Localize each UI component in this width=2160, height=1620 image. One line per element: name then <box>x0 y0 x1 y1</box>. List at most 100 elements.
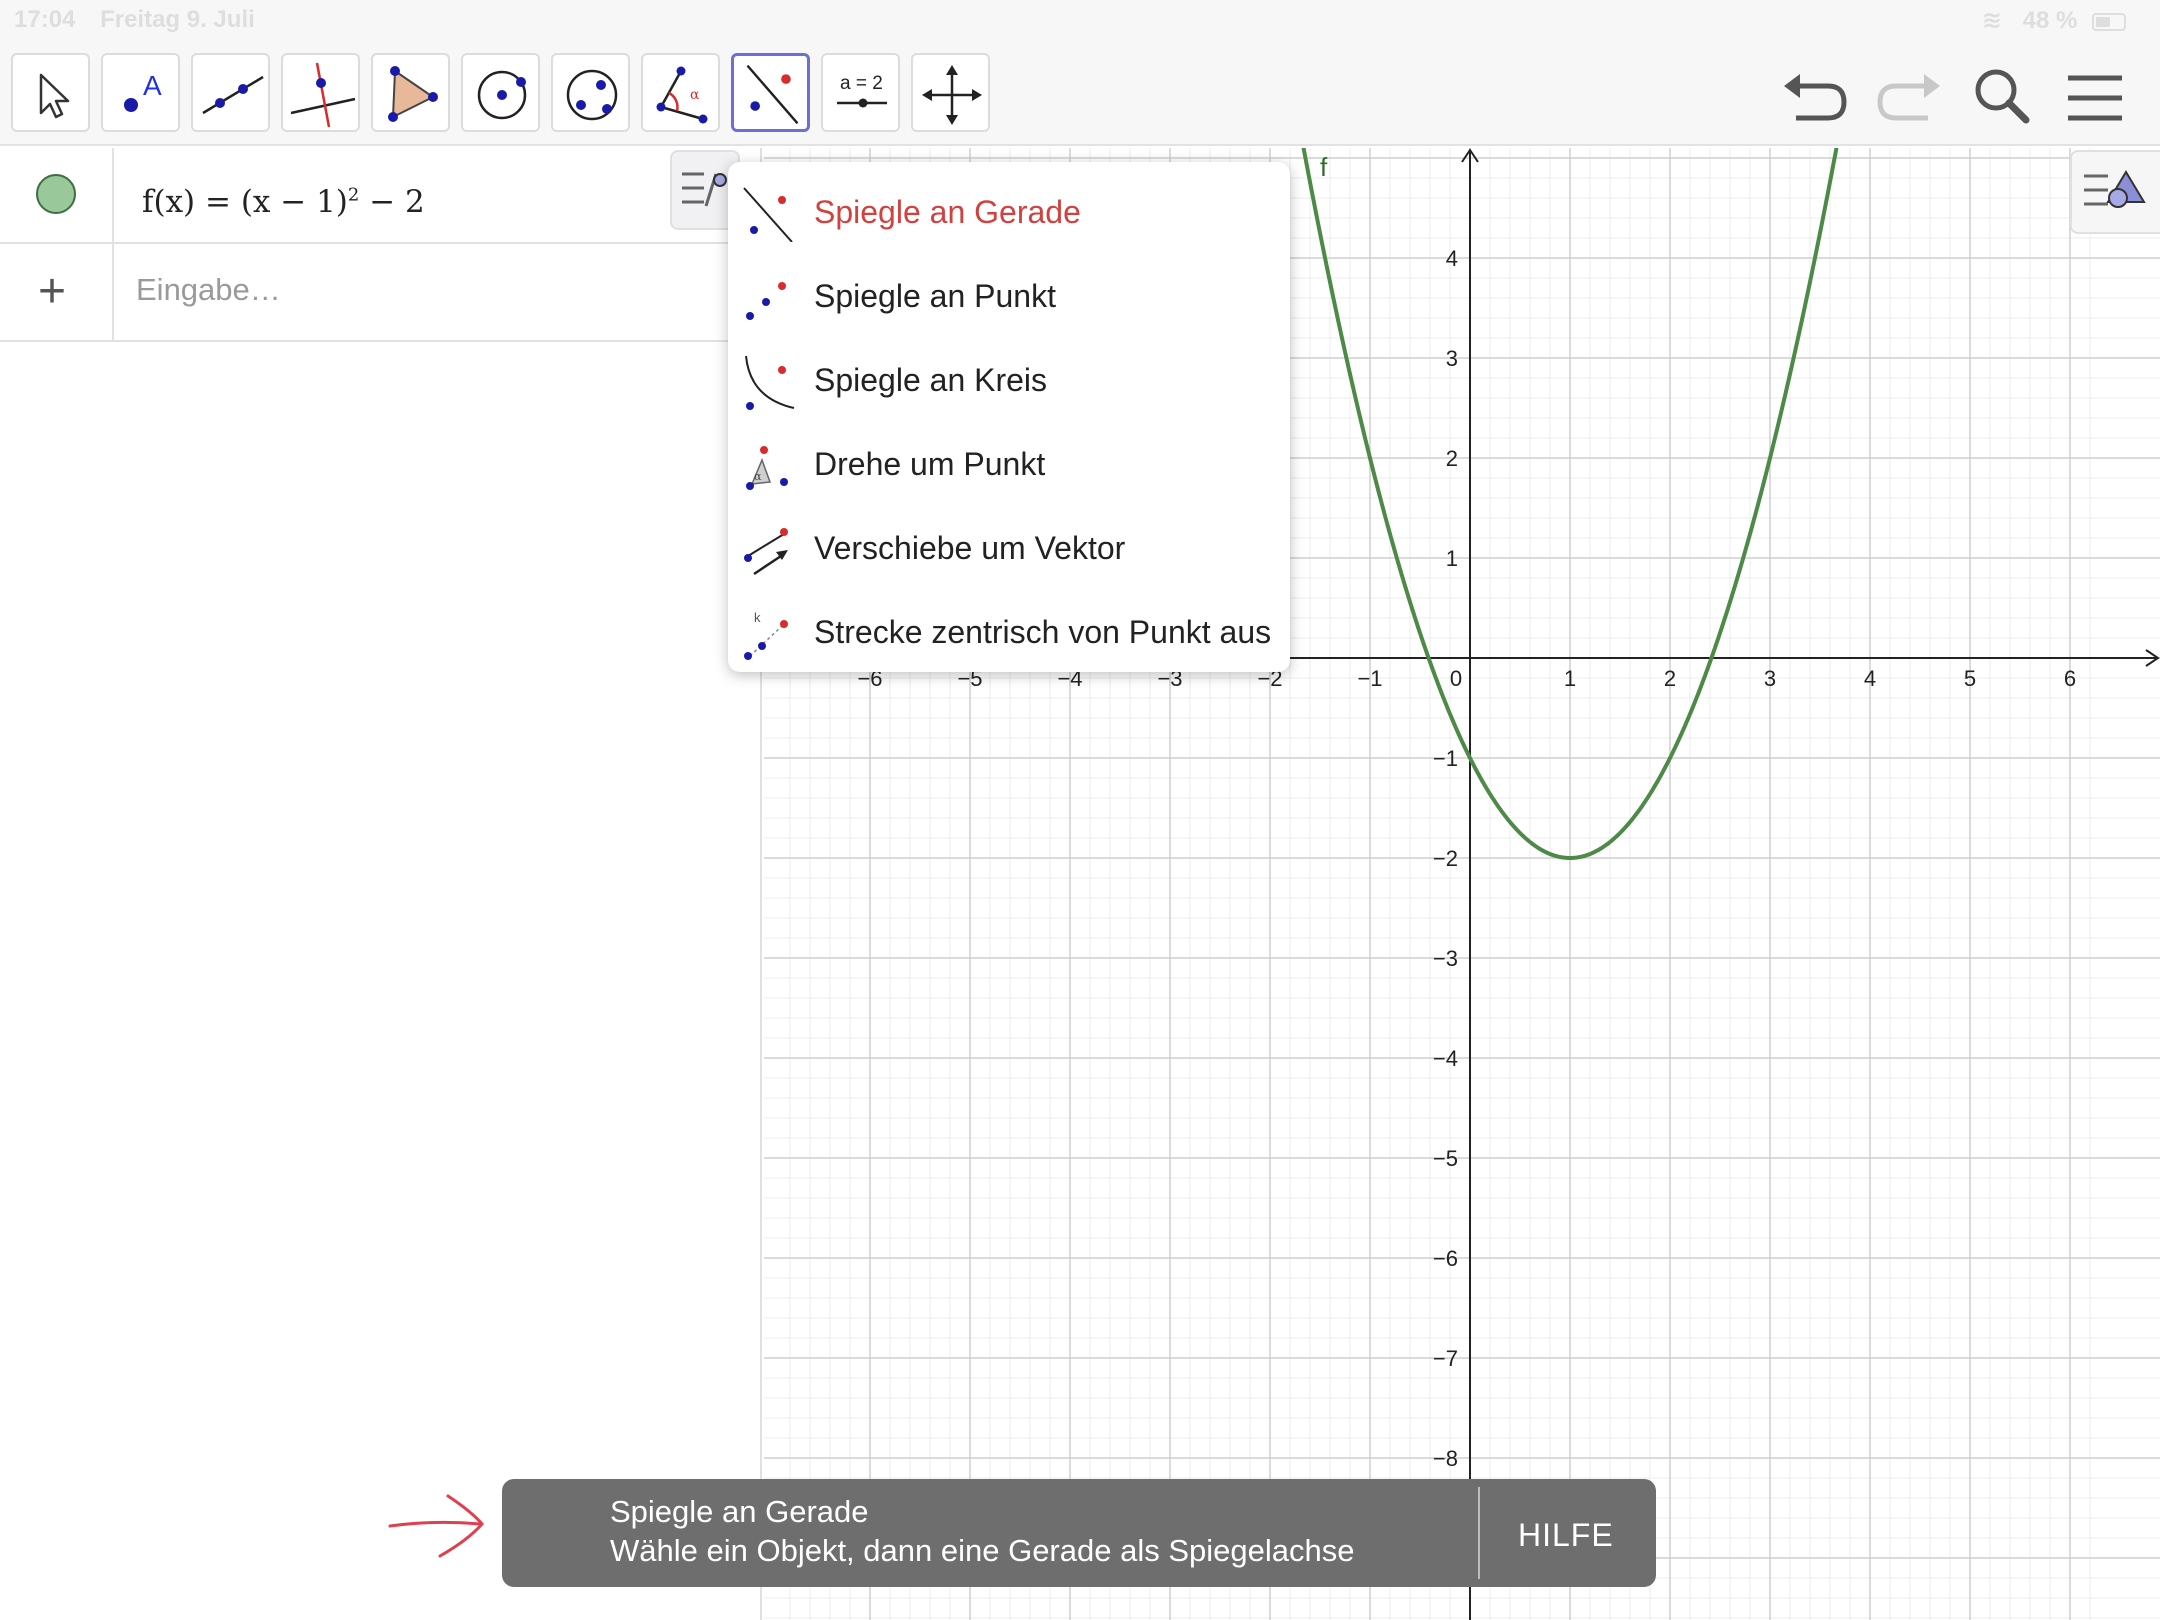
y-tick-label: −5 <box>1433 1146 1458 1171</box>
reflect-line-icon <box>746 64 799 125</box>
redo-button[interactable] <box>1868 60 1948 130</box>
svg-text:α: α <box>690 87 700 103</box>
graphics-settings-icon <box>2084 170 2146 208</box>
menu-item-reflect-circle[interactable]: Spiegle an Kreis <box>728 338 1290 422</box>
polygon-icon <box>388 66 438 122</box>
menu-label: Spiegle an Punkt <box>814 278 1056 314</box>
menu-label: Drehe um Punkt <box>814 446 1046 482</box>
svg-text:A: A <box>143 70 162 101</box>
cursor-arrow-icon <box>39 73 70 119</box>
x-tick-label: 6 <box>2064 666 2076 691</box>
menu-item-dilate-point[interactable]: k Strecke zentrisch von Punkt aus <box>728 590 1290 674</box>
dilate-point-icon: k <box>744 610 788 660</box>
x-tick-label: 4 <box>1864 666 1876 691</box>
menu-icon <box>2068 75 2122 121</box>
undo-icon <box>1784 74 1847 121</box>
y-tick-label: −8 <box>1433 1446 1458 1471</box>
algebra-input[interactable]: Eingabe… <box>136 272 281 308</box>
menu-item-rotate-point[interactable]: α Drehe um Punkt <box>728 422 1290 506</box>
snackbar-title: Spiegle an Gerade <box>610 1494 869 1529</box>
translate-vector-icon <box>744 528 788 576</box>
algebra-divider <box>112 148 114 342</box>
x-tick-label: 5 <box>1964 666 1976 691</box>
add-icon[interactable]: + <box>38 264 66 319</box>
search-button[interactable] <box>1962 60 2042 130</box>
y-tick-label: −7 <box>1433 1346 1458 1371</box>
angle-icon: α <box>656 66 708 124</box>
y-tick-label: −1 <box>1433 746 1458 771</box>
status-battery: ≋ 48 % <box>1982 6 2126 35</box>
polygon-tool-button[interactable] <box>371 53 450 132</box>
circle-three-points-icon <box>566 69 618 121</box>
svg-text:α: α <box>754 470 762 483</box>
svg-text:k: k <box>754 610 761 625</box>
algebra-row-f[interactable]: f(x) = (x − 1)2 − 2 <box>0 148 762 244</box>
x-tick-label: 2 <box>1664 666 1676 691</box>
reflect-circle-icon <box>745 355 795 410</box>
menu-label: Spiegle an Kreis <box>814 362 1048 398</box>
line-tool-button[interactable] <box>191 53 270 132</box>
y-tick-label: 2 <box>1446 446 1458 471</box>
y-tick-label: −2 <box>1433 846 1458 871</box>
y-tick-label: −3 <box>1433 946 1458 971</box>
y-tick-label: −4 <box>1433 1046 1458 1071</box>
annotation-arrow-icon <box>388 1494 484 1558</box>
y-tick-label: 1 <box>1446 546 1458 571</box>
menu-item-translate-vector[interactable]: Verschiebe um Vektor <box>728 506 1290 590</box>
formula-rhs: − 2 <box>359 184 425 220</box>
move-view-tool-button[interactable] <box>911 53 990 132</box>
move-tool-button[interactable] <box>11 53 90 132</box>
snackbar-description: Wähle ein Objekt, dann eine Gerade als S… <box>610 1533 1355 1568</box>
x-tick-label: 0 <box>1450 666 1462 691</box>
perpendicular-line-icon <box>290 62 356 128</box>
graphics-style-button[interactable] <box>2070 150 2160 234</box>
algebra-input-row[interactable]: + <box>0 244 762 342</box>
svg-text:a = 2: a = 2 <box>840 73 883 94</box>
y-tick-label: 3 <box>1446 346 1458 371</box>
battery-icon <box>2092 12 2126 31</box>
reflect-line-icon <box>743 187 793 242</box>
search-icon <box>1975 69 2030 124</box>
circle-center-point-icon <box>477 70 527 120</box>
formula-lhs: f(x) = (x − 1) <box>142 184 348 220</box>
menu-label: Verschiebe um Vektor <box>814 530 1126 566</box>
circle-tool-button[interactable] <box>461 53 540 132</box>
y-tick-label: 4 <box>1446 246 1458 271</box>
x-tick-label: −1 <box>1357 666 1382 691</box>
move-graphics-icon <box>922 65 982 125</box>
status-date: Freitag 9. Juli <box>100 6 255 33</box>
reflect-tool-button[interactable] <box>731 53 810 132</box>
battery-percent: 48 % <box>2022 7 2078 34</box>
point-tool-button[interactable]: A <box>101 53 180 132</box>
main-menu-button[interactable] <box>2056 60 2136 130</box>
slider-tool-button[interactable]: a = 2 <box>821 53 900 132</box>
function-definition[interactable]: f(x) = (x − 1)2 − 2 <box>142 184 425 220</box>
status-time: 17:04 <box>14 6 76 33</box>
algebra-view: f(x) = (x − 1)2 − 2 + Eingabe… <box>0 148 762 1620</box>
formula-exponent: 2 <box>347 184 360 206</box>
snackbar-divider <box>1478 1487 1480 1579</box>
angle-tool-button[interactable]: α <box>641 53 720 132</box>
undo-button[interactable] <box>1776 60 1856 130</box>
line-through-points-icon <box>202 75 264 115</box>
y-tick-label: −6 <box>1433 1246 1458 1271</box>
perpendicular-tool-button[interactable] <box>281 53 360 132</box>
help-button[interactable]: HILFE <box>1518 1517 1614 1554</box>
rotate-point-icon: α <box>746 446 788 490</box>
menu-item-reflect-line[interactable]: Spiegle an Gerade <box>728 170 1290 254</box>
x-tick-label: 1 <box>1564 666 1576 691</box>
wifi-icon: ≋ <box>1981 7 2002 34</box>
point-a-icon: A <box>124 70 162 112</box>
menu-label: Spiegle an Gerade <box>814 194 1081 230</box>
menu-label: Strecke zentrisch von Punkt aus <box>814 614 1272 650</box>
toolbar: A α a = 2 <box>0 38 2160 146</box>
tool-help-snackbar: Spiegle an Gerade Wähle ein Objekt, dann… <box>502 1479 1656 1587</box>
slider-icon: a = 2 <box>837 73 887 108</box>
conic-tool-button[interactable] <box>551 53 630 132</box>
menu-item-reflect-point[interactable]: Spiegle an Punkt <box>728 254 1290 338</box>
visibility-toggle[interactable] <box>36 174 76 214</box>
redo-icon <box>1877 74 1940 121</box>
status-bar: 17:04 Freitag 9. Juli ≋ 48 % <box>0 0 2160 38</box>
function-label-f: f <box>1320 152 1328 182</box>
status-time-date: 17:04 Freitag 9. Juli <box>14 6 273 34</box>
